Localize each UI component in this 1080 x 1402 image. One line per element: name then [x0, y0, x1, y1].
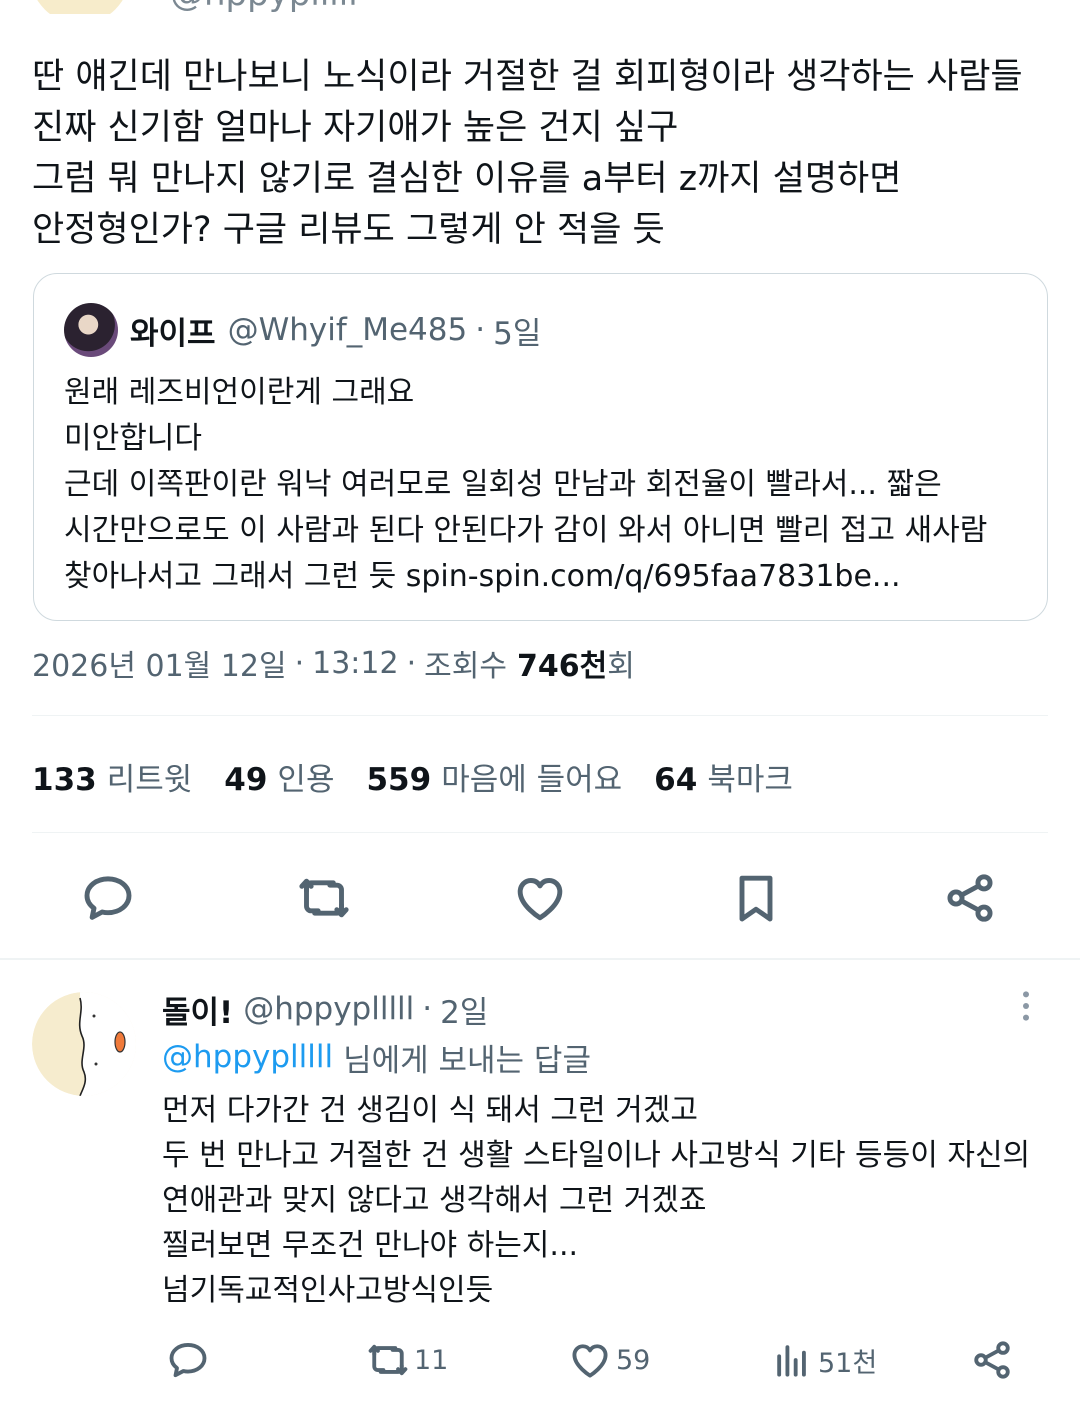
- replying-to: @hppyplllll 님에게 보내는 답글: [162, 1034, 591, 1080]
- reply-button[interactable]: [166, 1336, 210, 1384]
- previous-tweet-header: @hppyplllll: [0, 0, 1080, 14]
- comment-icon: [169, 1343, 207, 1378]
- like-count: 59: [616, 1344, 651, 1376]
- quotes-stat[interactable]: 49 인용: [224, 754, 334, 799]
- share-icon: [974, 1341, 1010, 1379]
- stat-number: 559: [366, 761, 432, 798]
- stat-label: 마음에 들어요: [441, 761, 623, 798]
- retweet-count: 11: [414, 1344, 449, 1376]
- quoted-text-line: 원래 레즈비언이란게 그래요: [64, 375, 415, 410]
- tweet-date[interactable]: 2026년 01월 12일: [32, 641, 287, 685]
- reply-button[interactable]: [72, 862, 144, 934]
- separator-dot: ·: [294, 645, 305, 681]
- tweet-text-line: 그럼 뭐 만나지 않기로 결심한 이유를 a부터 z까지 설명하면: [32, 159, 902, 199]
- quoted-tweet-text: 원래 레즈비언이란게 그래요 미안합니다 근데 이쪽판이란 워낙 여러모로 일회…: [64, 370, 1024, 600]
- reply-author-handle[interactable]: @hppyplllll: [243, 991, 414, 1027]
- tweet-stats: 133 리트윗 49 인용 559 마음에 들어요 64 북마크: [32, 752, 825, 800]
- bookmarks-stat[interactable]: 64 북마크: [654, 754, 793, 799]
- quoted-text-line: 근데 이쪽판이란 워낙 여러모로 일회성 만남과 회전율이 빨라서... 짧은: [64, 467, 942, 502]
- author-handle[interactable]: @hppyplllll: [170, 0, 358, 14]
- views-count: 51천: [818, 1347, 878, 1379]
- retweet-icon: [368, 1344, 408, 1376]
- share-icon: [947, 874, 993, 922]
- avatar[interactable]: [30, 0, 130, 14]
- heart-icon: [572, 1344, 608, 1378]
- quoted-tweet-time: 5일: [493, 315, 542, 352]
- stat-label: 리트윗: [106, 761, 193, 798]
- reply-text: 먼저 다가간 건 생김이 식 돼서 그런 거겠고 두 번 만나고 거절한 건 생…: [162, 1088, 1042, 1313]
- views-prefix: 조회수: [424, 649, 507, 684]
- quoted-author-name: 와이프: [130, 315, 216, 352]
- analytics-icon: [777, 1345, 806, 1377]
- more-options-button[interactable]: [1004, 984, 1048, 1028]
- views-count: 746천: [516, 649, 608, 684]
- reply-time[interactable]: 2일: [440, 987, 488, 1032]
- reply-author-name[interactable]: 돌이!: [162, 987, 233, 1032]
- separator-dot: ·: [406, 645, 417, 681]
- reply-text-line: 연애관과 맞지 않다고 생각해서 그런 거겠죠: [162, 1183, 707, 1218]
- bookmark-button[interactable]: [720, 862, 792, 934]
- quoted-text-line: 미안합니다: [64, 421, 202, 456]
- retweet-icon: [299, 878, 349, 918]
- reply-text-line: 찔러보면 무조건 만나야 하는지...: [162, 1228, 579, 1263]
- reply-avatar-image: [32, 992, 136, 1096]
- tweet-text-line: 딴 얘긴데 만나보니 노식이라 거절한 걸 회피형이라 생각하는 사람들: [32, 57, 1023, 97]
- more-vertical-icon: [1023, 991, 1029, 1021]
- quoted-author-handle: @Whyif_Me485: [227, 312, 468, 348]
- reply-action-bar: 11 59 51천: [0, 1336, 1080, 1384]
- share-button[interactable]: [934, 862, 1006, 934]
- like-button[interactable]: [504, 862, 576, 934]
- divider: [32, 715, 1048, 716]
- retweet-button[interactable]: [288, 862, 360, 934]
- reply-text-line: 먼저 다가간 건 생김이 식 돼서 그런 거겠고: [162, 1093, 698, 1128]
- separator-dot: ·: [475, 312, 486, 348]
- quoted-tweet-card[interactable]: 와이프 @Whyif_Me485 · 5일 원래 레즈비언이란게 그래요 미안합…: [33, 273, 1048, 621]
- comment-icon: [84, 876, 132, 920]
- stat-number: 133: [32, 761, 97, 798]
- share-button[interactable]: [970, 1336, 1014, 1384]
- tweet-action-bar: [0, 862, 1080, 934]
- like-button[interactable]: 59: [568, 1336, 650, 1384]
- tweet-text-line: 진짜 신기함 얼마나 자기애가 높은 건지 싶구: [32, 108, 679, 148]
- stat-number: 64: [654, 761, 698, 798]
- avatar[interactable]: [32, 992, 136, 1096]
- reply-text-line: 넘기독교적인사고방식인듯: [162, 1273, 494, 1308]
- quoted-author-avatar: [64, 303, 118, 357]
- tweet-time[interactable]: 13:12: [312, 646, 398, 681]
- divider: [32, 832, 1048, 833]
- likes-stat[interactable]: 559 마음에 들어요: [366, 754, 622, 799]
- bookmark-icon: [739, 875, 773, 922]
- views-button[interactable]: 51천: [770, 1336, 877, 1384]
- tweet-text-line: 안정형인가? 구글 리뷰도 그렇게 안 적을 듯: [32, 210, 665, 250]
- retweet-button[interactable]: 11: [366, 1336, 448, 1384]
- mention-link[interactable]: @hppyplllll: [162, 1039, 333, 1075]
- stat-label: 북마크: [707, 761, 793, 798]
- replying-to-label: 님에게 보내는 답글: [343, 1042, 591, 1079]
- tweet-text: 딴 얘긴데 만나보니 노식이라 거절한 걸 회피형이라 생각하는 사람들 진짜 …: [32, 52, 1052, 256]
- quoted-tweet-header: 와이프 @Whyif_Me485 · 5일: [64, 302, 541, 358]
- reply-text-line: 두 번 만나고 거절한 건 생활 스타일이나 사고방식 기타 등등이 자신의: [162, 1138, 1031, 1173]
- separator-dot: ·: [422, 991, 433, 1027]
- retweets-stat[interactable]: 133 리트윗: [32, 754, 192, 799]
- heart-icon: [517, 878, 563, 921]
- stat-label: 인용: [277, 761, 335, 798]
- quoted-text-line: 찾아나서고 그래서 그런 듯 spin-spin.com/q/695faa783…: [64, 559, 901, 594]
- stat-number: 49: [224, 761, 268, 798]
- tweet-meta: 2026년 01월 12일 · 13:12 · 조회수 746천 회: [32, 640, 635, 686]
- quoted-text-line: 시간만으로도 이 사람과 된다 안된다가 감이 와서 아니면 빨리 접고 새사람: [64, 513, 988, 548]
- views-suffix: 회: [607, 649, 635, 684]
- reply-header: 돌이! @hppyplllll · 2일: [162, 986, 488, 1032]
